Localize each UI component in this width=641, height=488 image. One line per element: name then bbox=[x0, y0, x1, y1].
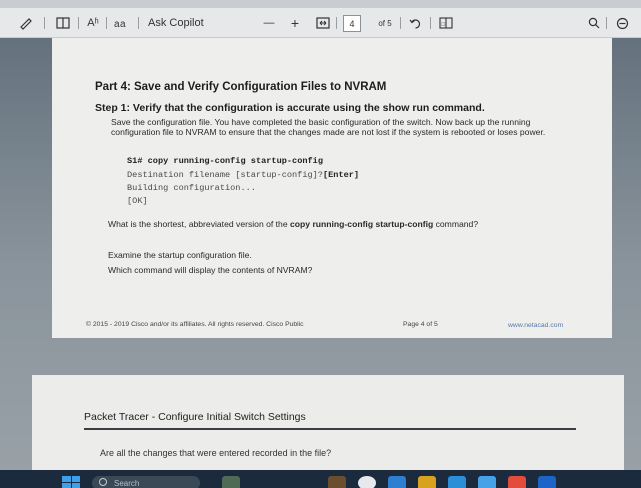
question-nvram-command: Which command will display the contents … bbox=[108, 265, 313, 275]
browser-tab-strip bbox=[0, 0, 641, 8]
cli-line: S1# copy running-config startup-config bbox=[127, 156, 323, 166]
pdf-toolbar: Aʱ aа Ask Copilot — + 4 of 5 □ bbox=[0, 8, 641, 38]
footer-page-number: Page 4 of 5 bbox=[403, 321, 438, 328]
two-page-view-icon[interactable]: □ bbox=[436, 8, 456, 38]
zoom-out-icon: — bbox=[263, 17, 275, 29]
ask-copilot-label: Ask Copilot bbox=[148, 17, 204, 29]
taskbar-search-input[interactable]: Search bbox=[92, 476, 200, 488]
instruction-paragraph: Save the configuration file. You have co… bbox=[111, 117, 546, 137]
part-heading: Part 4: Save and Verify Configuration Fi… bbox=[95, 81, 387, 93]
app-icon[interactable] bbox=[538, 476, 556, 488]
examine-instruction: Examine the startup configuration file. bbox=[108, 250, 252, 260]
draw-icon[interactable] bbox=[14, 8, 38, 38]
ask-copilot-button[interactable]: Ask Copilot bbox=[148, 8, 208, 38]
toolbar-separator bbox=[78, 17, 79, 29]
app-icon[interactable] bbox=[328, 476, 346, 488]
translate-icon[interactable]: aа bbox=[112, 8, 130, 38]
fit-page-icon[interactable] bbox=[314, 8, 332, 38]
title-rule bbox=[84, 428, 576, 430]
folder-icon[interactable] bbox=[418, 476, 436, 488]
app-icon[interactable] bbox=[388, 476, 406, 488]
svg-text:□: □ bbox=[442, 22, 446, 28]
page-view-icon[interactable] bbox=[52, 8, 74, 38]
rotate-icon[interactable] bbox=[406, 8, 424, 38]
footer-copyright: © 2015 - 2019 Cisco and/or its affiliate… bbox=[86, 321, 304, 328]
question-changes-recorded: Are all the changes that were entered re… bbox=[100, 448, 332, 458]
toolbar-separator bbox=[138, 17, 139, 29]
toolbar-separator bbox=[430, 17, 431, 29]
toolbar-separator bbox=[606, 17, 607, 29]
app-icon[interactable] bbox=[478, 476, 496, 488]
app-icon[interactable] bbox=[508, 476, 526, 488]
zoom-in-icon: + bbox=[290, 15, 300, 31]
toolbar-separator bbox=[400, 17, 401, 29]
read-aloud-button[interactable]: Aʱ bbox=[82, 8, 104, 38]
toolbar-separator bbox=[336, 17, 337, 29]
windows-start-icon[interactable] bbox=[62, 476, 80, 488]
app-icon[interactable] bbox=[448, 476, 466, 488]
cli-line: [OK] bbox=[127, 196, 148, 206]
zoom-in-button[interactable]: + bbox=[288, 8, 302, 38]
page-total-label: of 5 bbox=[378, 18, 392, 28]
question-shortest-command: What is the shortest, abbreviated versio… bbox=[108, 219, 479, 229]
page-number-input[interactable]: 4 bbox=[343, 15, 361, 32]
toolbar-separator bbox=[44, 17, 45, 29]
pdf-page-next bbox=[32, 375, 624, 475]
packet-tracer-title: Packet Tracer - Configure Initial Switch… bbox=[84, 411, 306, 423]
cli-line: Building configuration... bbox=[127, 183, 256, 193]
svg-text:а: а bbox=[120, 19, 126, 29]
toolbar-separator bbox=[106, 17, 107, 29]
zoom-out-button[interactable]: — bbox=[262, 8, 276, 38]
read-aloud-label: Aʱ bbox=[87, 17, 99, 29]
cli-line: Destination filename [startup-config]?[E… bbox=[127, 170, 360, 180]
widgets-icon[interactable] bbox=[222, 476, 240, 488]
search-icon[interactable] bbox=[585, 8, 603, 38]
app-icon[interactable] bbox=[358, 476, 376, 488]
step-heading: Step 1: Verify that the configuration is… bbox=[95, 102, 485, 114]
footer-link[interactable]: www.netacad.com bbox=[508, 322, 563, 329]
search-icon bbox=[99, 478, 107, 486]
save-icon[interactable] bbox=[612, 8, 632, 38]
